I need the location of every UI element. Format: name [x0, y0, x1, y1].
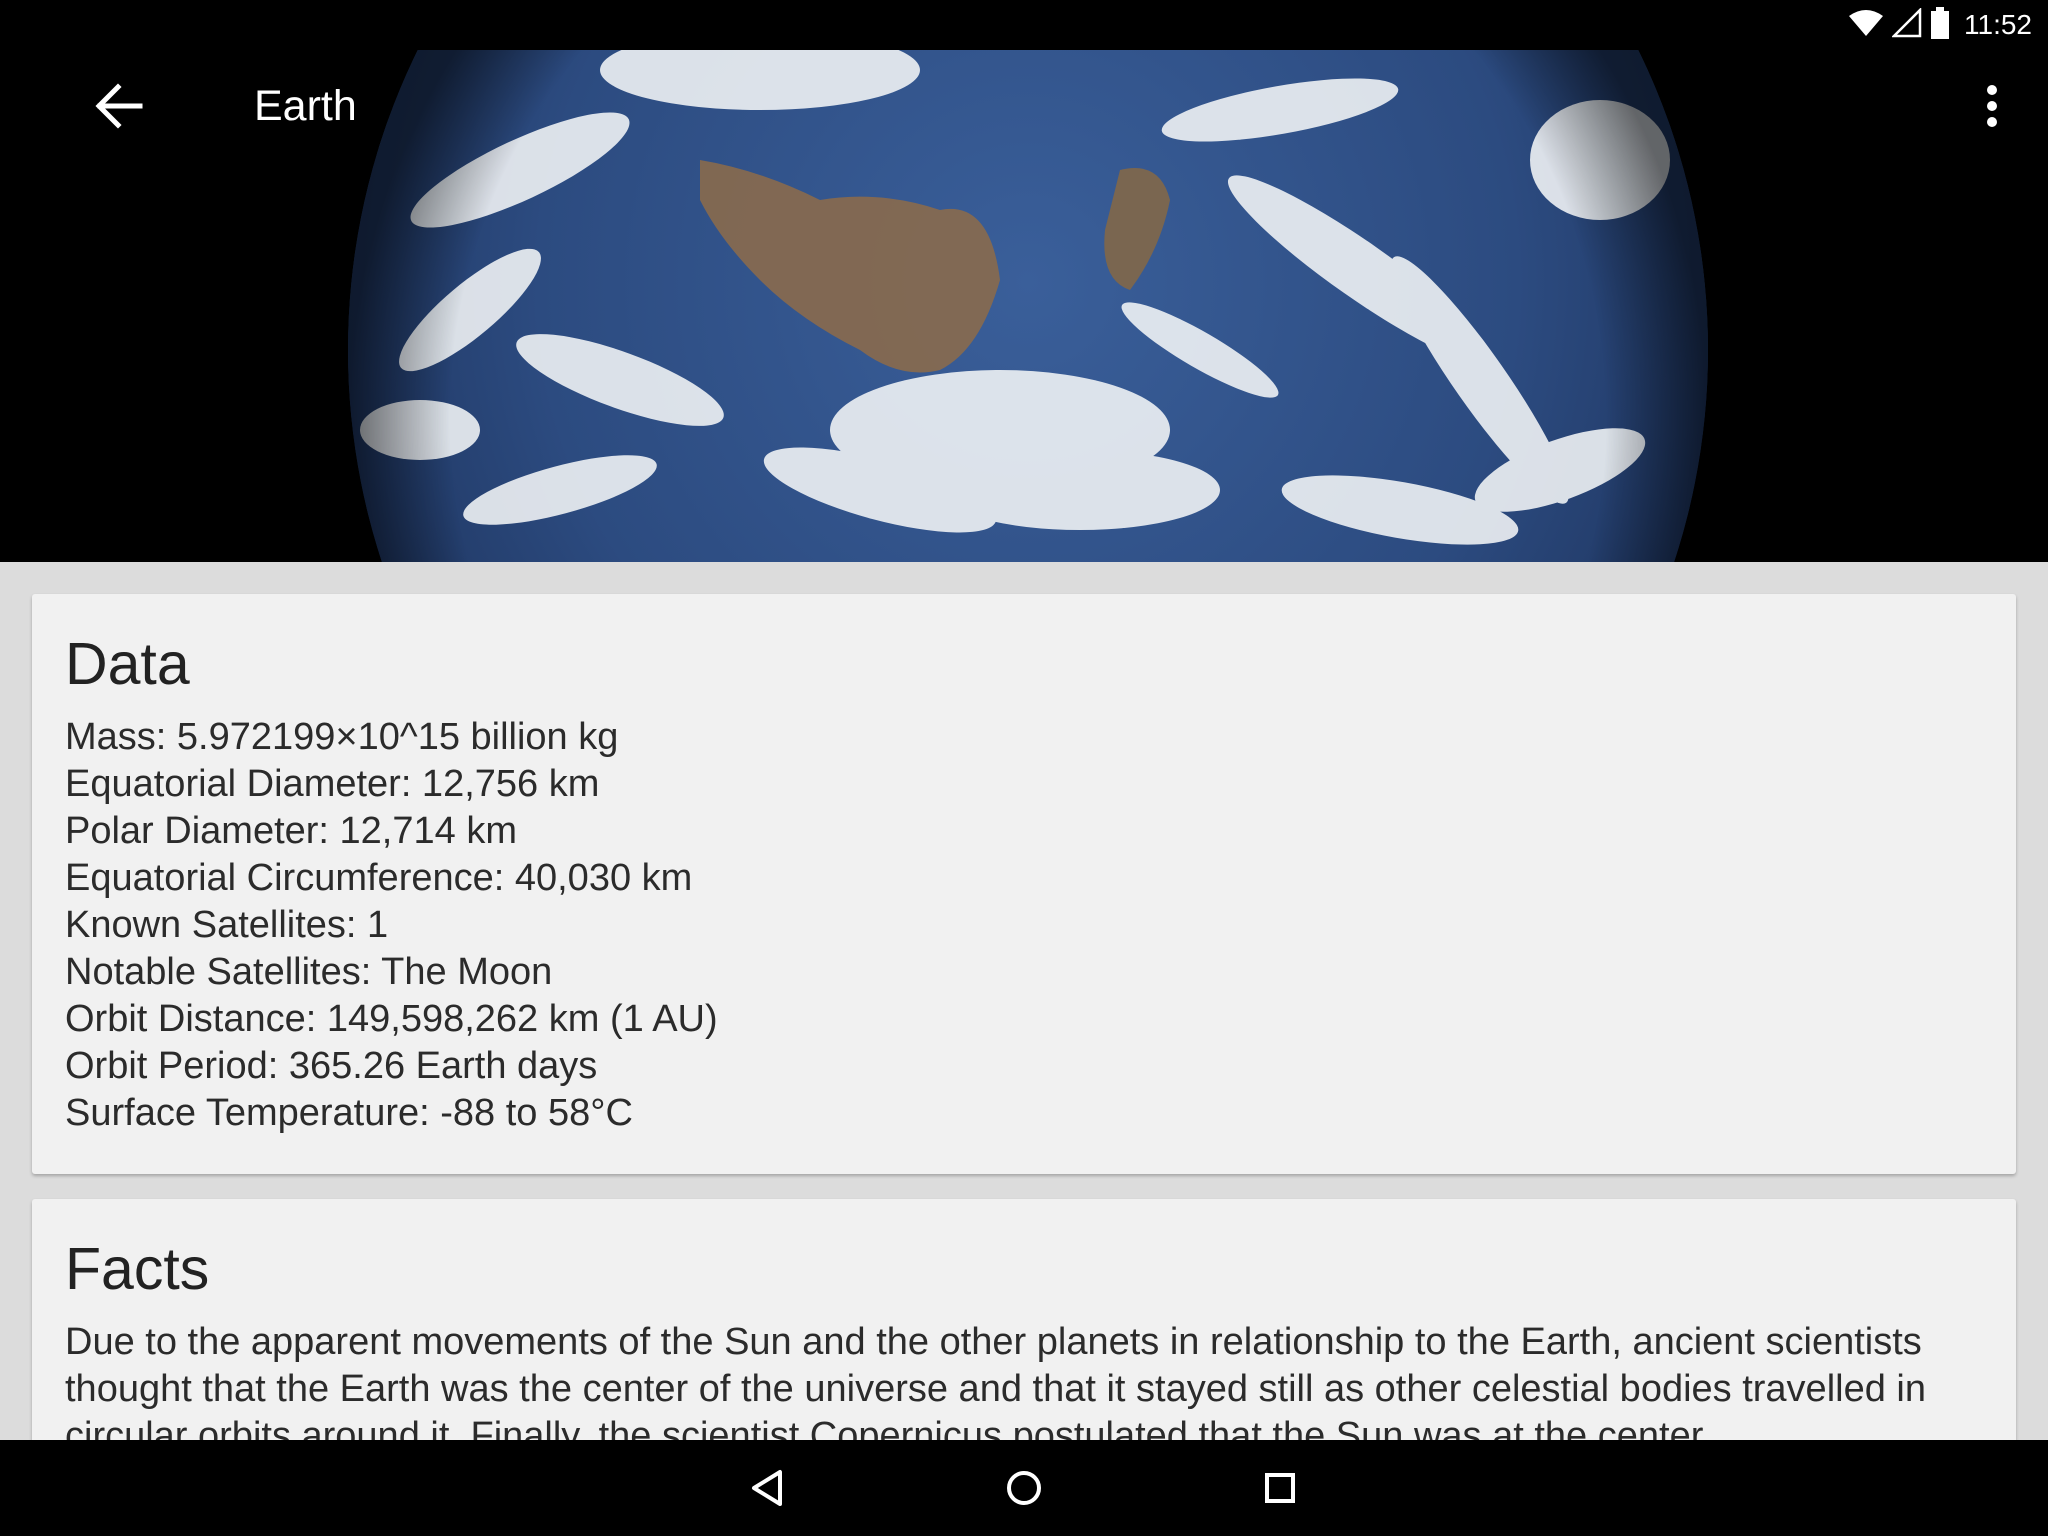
wifi-icon: [1848, 8, 1884, 43]
more-vert-icon: [1987, 85, 1997, 127]
data-item-polar-diameter: Polar Diameter: 12,714 km: [65, 810, 517, 852]
data-card: Data Mass: 5.972199×10^15 billion kg Equ…: [32, 594, 2016, 1174]
back-button[interactable]: [80, 70, 158, 142]
facts-text: Due to the apparent movements of the Sun…: [65, 1321, 1926, 1457]
app-bar: Earth: [0, 50, 2048, 162]
status-bar: 11:52: [0, 0, 2048, 50]
data-item-known-satellites: Known Satellites: 1: [65, 904, 389, 946]
data-card-title: Data: [65, 631, 190, 697]
battery-icon: [1930, 6, 1950, 44]
nav-home-button[interactable]: [979, 1454, 1069, 1522]
nav-recents-icon: [1265, 1473, 1295, 1503]
data-item-orbit-period: Orbit Period: 365.26 Earth days: [65, 1045, 598, 1087]
status-time: 11:52: [1964, 9, 2032, 40]
data-item-surface-temperature: Surface Temperature: -88 to 58°C: [65, 1092, 633, 1134]
nav-recents-button[interactable]: [1235, 1454, 1325, 1522]
navigation-bar: [0, 1440, 2048, 1536]
status-icons: 11:52: [1848, 6, 2032, 44]
nav-back-button[interactable]: [723, 1454, 813, 1522]
facts-card-title: Facts: [65, 1236, 210, 1302]
cell-signal-icon: [1890, 6, 1922, 43]
data-item-equatorial-circumference: Equatorial Circumference: 40,030 km: [65, 857, 693, 899]
data-item-orbit-distance: Orbit Distance: 149,598,262 km (1 AU): [65, 998, 718, 1040]
data-list: Mass: 5.972199×10^15 billion kg Equatori…: [65, 714, 1983, 1137]
data-item-mass: Mass: 5.972199×10^15 billion kg: [65, 716, 619, 758]
nav-back-icon: [752, 1470, 782, 1506]
data-item-notable-satellites: Notable Satellites: The Moon: [65, 951, 553, 993]
page-title: Earth: [254, 82, 357, 130]
arrow-back-icon: [95, 83, 143, 129]
screen: 11:52 Earth Data Mass: 5.972199×10^15 bi…: [0, 0, 2048, 1536]
overflow-menu-button[interactable]: [1956, 70, 2028, 142]
nav-home-icon: [1007, 1471, 1041, 1505]
data-item-equatorial-diameter: Equatorial Diameter: 12,756 km: [65, 763, 600, 805]
